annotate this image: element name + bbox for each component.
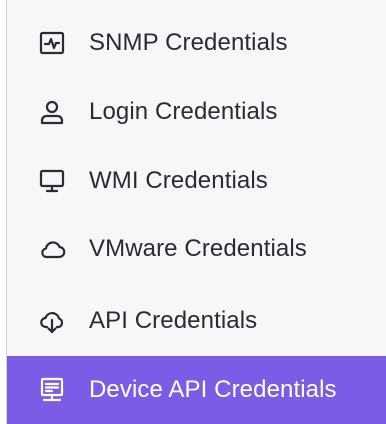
menu-item-snmp-credentials[interactable]: SNMP Credentials: [7, 10, 386, 76]
menu-item-api-credentials[interactable]: API Credentials: [7, 288, 386, 354]
monitor-icon: [38, 167, 66, 195]
menu-item-device-api-credentials[interactable]: Device API Credentials: [7, 356, 386, 424]
menu-item-label: VMware Credentials: [89, 235, 307, 262]
cloud-download-icon: [38, 307, 66, 335]
menu-item-label: Login Credentials: [89, 98, 278, 125]
menu-item-label: Device API Credentials: [89, 376, 337, 403]
menu-item-vmware-credentials[interactable]: VMware Credentials: [7, 216, 386, 282]
menu-item-label: SNMP Credentials: [89, 29, 288, 56]
user-icon: [38, 98, 66, 126]
menu-item-label: WMI Credentials: [89, 167, 268, 194]
credentials-dropdown-menu: SNMP Credentials Login Credentials WMI C…: [6, 0, 386, 424]
menu-item-login-credentials[interactable]: Login Credentials: [7, 79, 386, 145]
activity-monitor-icon: [38, 29, 66, 57]
server-device-icon: [38, 376, 66, 404]
cloud-icon: [38, 235, 66, 263]
menu-item-label: API Credentials: [89, 307, 258, 334]
menu-item-wmi-credentials[interactable]: WMI Credentials: [7, 148, 386, 214]
